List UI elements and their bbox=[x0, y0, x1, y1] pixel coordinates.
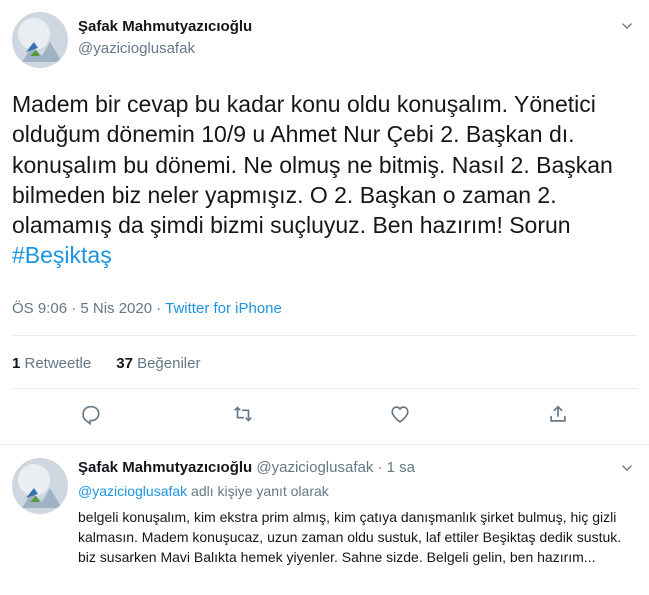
main-tweet: Şafak Mahmutyazıcıoğlu @yazicioglusafak … bbox=[0, 0, 649, 445]
author-name[interactable]: Şafak Mahmutyazıcıoğlu bbox=[78, 18, 252, 35]
tweet-meta: ÖS 9:06 · 5 Nis 2020 · Twitter for iPhon… bbox=[12, 300, 282, 317]
avatar[interactable] bbox=[12, 458, 68, 514]
like-count: 37 bbox=[116, 355, 133, 372]
chevron-down-icon[interactable] bbox=[619, 460, 635, 476]
source-link[interactable]: Twitter for iPhone bbox=[165, 300, 282, 317]
share-icon[interactable] bbox=[547, 403, 571, 427]
divider bbox=[12, 335, 637, 336]
action-bar bbox=[12, 403, 637, 431]
tweet-stats: 1 Retweetle 37 Beğeniler bbox=[12, 355, 200, 372]
like-label: Beğeniler bbox=[132, 355, 201, 372]
chevron-down-icon[interactable] bbox=[619, 18, 635, 34]
heart-icon[interactable] bbox=[389, 403, 413, 427]
reply-time[interactable]: · 1 sa bbox=[373, 459, 416, 476]
tweet-text: Madem bir cevap bu kadar konu oldu konuş… bbox=[12, 89, 637, 271]
retweet-label: Retweetle bbox=[20, 355, 92, 372]
like-stat[interactable]: 37 Beğeniler bbox=[116, 355, 200, 372]
retweet-stat[interactable]: 1 Retweetle bbox=[12, 355, 91, 372]
meta-separator: · bbox=[152, 300, 166, 317]
retweet-icon[interactable] bbox=[232, 403, 256, 427]
reply-text: belgeli konuşalım, kim ekstra prim almış… bbox=[78, 509, 622, 565]
divider bbox=[12, 388, 637, 389]
author-handle[interactable]: @yazicioglusafak bbox=[78, 40, 195, 57]
hashtag-link[interactable]: #Beşiktaş bbox=[12, 242, 112, 268]
timestamp[interactable]: ÖS 9:06 · 5 Nis 2020 bbox=[12, 300, 152, 317]
reply-header: Şafak Mahmutyazıcıoğlu @yazicioglusafak … bbox=[78, 459, 415, 476]
avatar-image bbox=[12, 458, 68, 514]
replying-to-mention[interactable]: @yazicioglusafak bbox=[78, 483, 187, 499]
replying-to: @yazicioglusafak adlı kişiye yanıt olara… bbox=[78, 483, 329, 499]
avatar[interactable] bbox=[12, 12, 68, 68]
replying-to-label: adlı kişiye yanıt olarak bbox=[187, 483, 329, 499]
avatar-image bbox=[12, 12, 68, 68]
reply-author-handle[interactable]: @yazicioglusafak bbox=[256, 459, 373, 476]
reply-author-name[interactable]: Şafak Mahmutyazıcıoğlu bbox=[78, 459, 252, 476]
reply-icon[interactable] bbox=[80, 403, 104, 427]
tweet-body: Madem bir cevap bu kadar konu oldu konuş… bbox=[12, 91, 613, 239]
